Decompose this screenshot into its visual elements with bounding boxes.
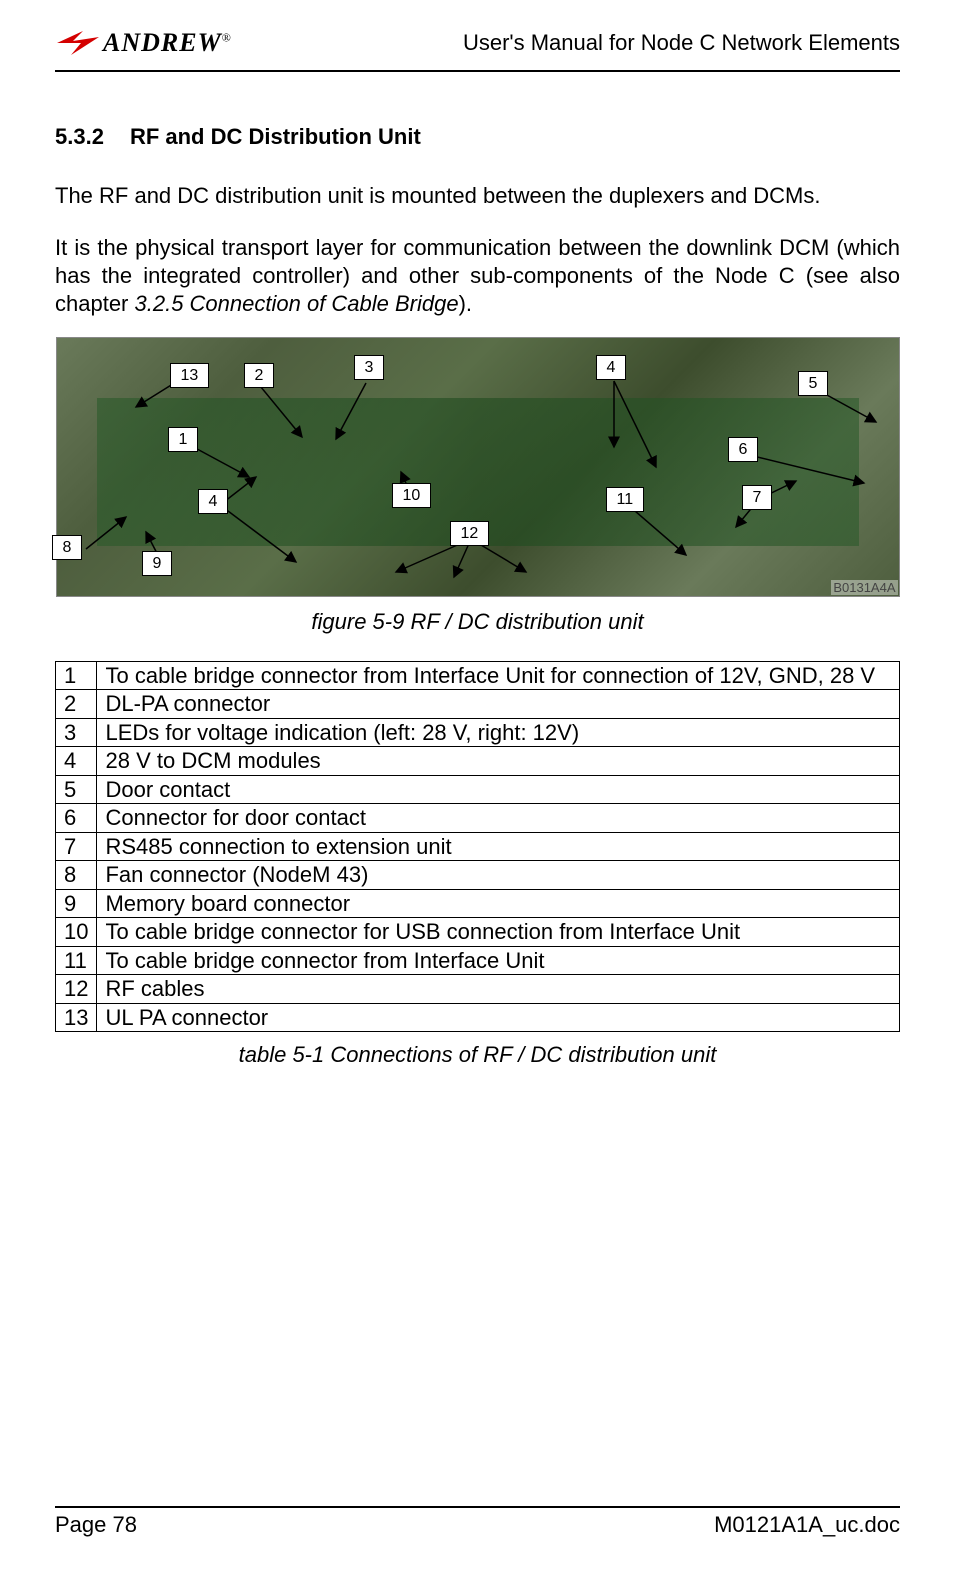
callout-9: 9 — [142, 551, 173, 576]
legend-num: 1 — [56, 661, 97, 690]
paragraph-detail-c: ). — [459, 291, 472, 316]
legend-num: 8 — [56, 861, 97, 890]
table-row: 2DL-PA connector — [56, 690, 900, 719]
table-row: 9Memory board connector — [56, 889, 900, 918]
legend-num: 11 — [56, 946, 97, 975]
callout-5: 5 — [798, 371, 829, 396]
logo-text: ANDREW® — [103, 28, 232, 58]
table-row: 428 V to DCM modules — [56, 747, 900, 776]
doc-filename: M0121A1A_uc.doc — [714, 1512, 900, 1538]
legend-desc: To cable bridge connector from Interface… — [97, 661, 900, 690]
registered-mark: ® — [222, 30, 232, 44]
table-row: 13UL PA connector — [56, 1003, 900, 1032]
callout-2: 2 — [244, 363, 275, 388]
page-footer: Page 78 M0121A1A_uc.doc — [55, 1506, 900, 1538]
legend-num: 9 — [56, 889, 97, 918]
callout-3: 3 — [354, 355, 385, 380]
legend-desc: UL PA connector — [97, 1003, 900, 1032]
section-title: RF and DC Distribution Unit — [130, 124, 421, 149]
table-row: 3LEDs for voltage indication (left: 28 V… — [56, 718, 900, 747]
legend-desc: DL-PA connector — [97, 690, 900, 719]
page-number: Page 78 — [55, 1512, 137, 1538]
section-number: 5.3.2 — [55, 124, 104, 150]
callout-4-bottom: 4 — [198, 489, 229, 514]
callout-13: 13 — [170, 363, 210, 388]
table-row: 8Fan connector (NodeM 43) — [56, 861, 900, 890]
callout-1: 1 — [168, 427, 199, 452]
legend-num: 6 — [56, 804, 97, 833]
table-row: 1To cable bridge connector from Interfac… — [56, 661, 900, 690]
document-title: User's Manual for Node C Network Element… — [463, 30, 900, 56]
table-row: 11To cable bridge connector from Interfa… — [56, 946, 900, 975]
callout-8: 8 — [52, 535, 83, 560]
table-row: 12RF cables — [56, 975, 900, 1004]
lightning-icon — [55, 29, 101, 57]
legend-num: 2 — [56, 690, 97, 719]
table-caption: table 5-1 Connections of RF / DC distrib… — [55, 1042, 900, 1068]
legend-num: 7 — [56, 832, 97, 861]
callout-10: 10 — [392, 483, 432, 508]
callout-4-top: 4 — [596, 355, 627, 380]
legend-num: 5 — [56, 775, 97, 804]
brand-logo: ANDREW® — [55, 28, 232, 58]
section-heading: 5.3.2 RF and DC Distribution Unit — [55, 124, 900, 150]
callout-6: 6 — [728, 437, 759, 462]
legend-num: 4 — [56, 747, 97, 776]
legend-desc: To cable bridge connector from Interface… — [97, 946, 900, 975]
legend-desc: 28 V to DCM modules — [97, 747, 900, 776]
legend-num: 10 — [56, 918, 97, 947]
footer-rule — [55, 1506, 900, 1508]
legend-num: 13 — [56, 1003, 97, 1032]
legend-table: 1To cable bridge connector from Interfac… — [55, 661, 900, 1033]
legend-num: 12 — [56, 975, 97, 1004]
legend-desc: To cable bridge connector for USB connec… — [97, 918, 900, 947]
table-row: 6Connector for door contact — [56, 804, 900, 833]
paragraph-detail: It is the physical transport layer for c… — [55, 234, 900, 318]
logo-word: ANDREW — [103, 28, 222, 57]
legend-desc: LEDs for voltage indication (left: 28 V,… — [97, 718, 900, 747]
figure-caption: figure 5-9 RF / DC distribution unit — [55, 609, 900, 635]
legend-desc: Memory board connector — [97, 889, 900, 918]
legend-desc: RS485 connection to extension unit — [97, 832, 900, 861]
paragraph-detail-ref: 3.2.5 Connection of Cable Bridge — [135, 291, 459, 316]
legend-desc: Fan connector (NodeM 43) — [97, 861, 900, 890]
table-row: 10To cable bridge connector for USB conn… — [56, 918, 900, 947]
header-rule — [55, 70, 900, 72]
legend-num: 3 — [56, 718, 97, 747]
paragraph-intro: The RF and DC distribution unit is mount… — [55, 182, 900, 210]
legend-desc: RF cables — [97, 975, 900, 1004]
callout-7: 7 — [742, 485, 773, 510]
legend-desc: Door contact — [97, 775, 900, 804]
callout-11: 11 — [606, 487, 645, 512]
legend-desc: Connector for door contact — [97, 804, 900, 833]
image-id: B0131A4A — [831, 580, 897, 595]
figure: 13 2 3 4 5 1 6 4 10 11 7 12 8 9 B0131A4A — [56, 337, 900, 597]
table-row: 7RS485 connection to extension unit — [56, 832, 900, 861]
page-header: ANDREW® User's Manual for Node C Network… — [55, 28, 900, 68]
callout-12: 12 — [450, 521, 490, 546]
table-row: 5Door contact — [56, 775, 900, 804]
